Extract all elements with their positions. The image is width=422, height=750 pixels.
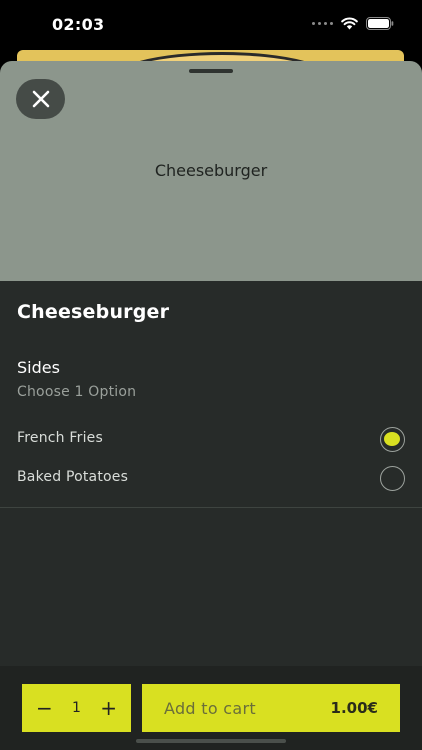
decrease-quantity-button[interactable]: − bbox=[36, 698, 53, 718]
product-sheet: Cheeseburger Cheeseburger Sides Choose 1… bbox=[0, 61, 422, 750]
screen: 02:03 Cheeseburger Cheeseburger Sides Ch… bbox=[0, 0, 422, 750]
product-image-placeholder-text: Cheeseburger bbox=[154, 161, 268, 180]
product-title: Cheeseburger bbox=[17, 301, 170, 323]
product-image-area: Cheeseburger bbox=[0, 61, 422, 281]
home-indicator[interactable] bbox=[136, 739, 286, 743]
divider bbox=[0, 507, 422, 508]
status-time: 02:03 bbox=[52, 15, 105, 34]
sheet-grabber[interactable] bbox=[189, 69, 233, 73]
status-bar: 02:03 bbox=[0, 0, 422, 50]
close-icon bbox=[32, 90, 49, 108]
option-french-fries[interactable]: French Fries bbox=[0, 421, 422, 457]
wifi-icon bbox=[341, 17, 358, 30]
option-label: French Fries bbox=[17, 430, 103, 446]
radio-selected[interactable] bbox=[380, 427, 405, 452]
quantity-stepper: − 1 + bbox=[22, 684, 131, 732]
quantity-value: 1 bbox=[72, 700, 81, 716]
cart-price: 1.00€ bbox=[330, 699, 378, 717]
option-label: Baked Potatoes bbox=[17, 469, 129, 485]
radio-unselected[interactable] bbox=[380, 466, 405, 491]
increase-quantity-button[interactable]: + bbox=[100, 698, 117, 718]
close-button[interactable] bbox=[16, 79, 65, 119]
option-group-title: Sides bbox=[17, 358, 60, 377]
option-group-subtitle: Choose 1 Option bbox=[17, 384, 137, 400]
battery-icon bbox=[366, 17, 394, 30]
add-to-cart-label: Add to cart bbox=[164, 698, 256, 718]
status-icons bbox=[312, 17, 394, 30]
signal-icon bbox=[312, 22, 333, 25]
cart-footer: − 1 + Add to cart 1.00€ bbox=[0, 666, 422, 750]
option-baked-potatoes[interactable]: Baked Potatoes bbox=[0, 460, 422, 496]
add-to-cart-button[interactable]: Add to cart 1.00€ bbox=[142, 684, 400, 732]
